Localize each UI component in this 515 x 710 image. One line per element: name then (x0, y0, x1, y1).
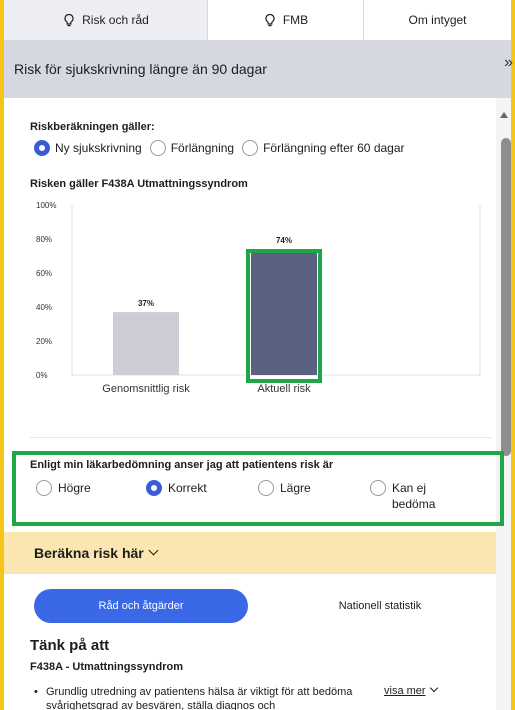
radio-forlangning[interactable]: Förlängning (149, 140, 235, 156)
think-title: Tänk på att (30, 637, 110, 654)
assessment-title: Enligt min läkarbedömning anser jag att … (30, 459, 334, 471)
radio-selected-icon[interactable] (146, 480, 162, 496)
panel-header: Risk för sjukskrivning längre än 90 daga… (4, 40, 513, 98)
radio-icon[interactable] (258, 480, 274, 496)
tab-bar: Risk och råd FMB Om intyget (4, 0, 511, 40)
visa-mer-link[interactable]: visa mer (384, 683, 438, 697)
lightbulb-icon (64, 13, 74, 27)
divider (30, 437, 492, 438)
radio-icon[interactable] (149, 140, 166, 156)
double-chevron-right-icon[interactable]: » (504, 54, 513, 72)
radio-lagre[interactable]: Lägre (258, 480, 311, 496)
chevron-down-icon (429, 683, 438, 693)
chevron-down-icon (148, 545, 159, 555)
nationell-statistik-button[interactable]: Nationell statistik (300, 589, 460, 623)
lightbulb-icon (265, 13, 275, 27)
radio-label: Förlängning efter 60 dagar (263, 141, 405, 155)
radio-label: Korrekt (168, 481, 207, 495)
radio-icon[interactable] (370, 480, 386, 496)
highlight-current-risk (246, 249, 322, 383)
tab-fmb[interactable]: FMB (208, 0, 364, 40)
radio-hogre[interactable]: Högre (36, 480, 91, 496)
calculation-title: Riskberäkningen gäller: (30, 121, 155, 133)
radio-label: Högre (58, 481, 91, 495)
radio-icon[interactable] (36, 480, 52, 496)
x-category-label: Genomsnittlig risk (102, 383, 190, 395)
radio-selected-icon[interactable] (34, 140, 50, 156)
scroll-up-arrow-icon[interactable] (500, 112, 508, 118)
y-tick-label: 80% (36, 235, 52, 244)
calculation-options: Ny sjukskrivning Förlängning Förlängning… (34, 140, 413, 156)
scrollbar-thumb[interactable] (501, 138, 511, 456)
diagnosis-label: F438A - Utmattningssyndrom (30, 661, 184, 673)
rad-och-atgarder-button[interactable]: Råd och åtgärder (34, 589, 248, 623)
list-item-text: Grundlig utredning av patientens hälsa ä… (46, 686, 353, 710)
tab-risk-och-rad[interactable]: Risk och råd (4, 0, 208, 40)
bar-value-label: 37% (138, 299, 154, 308)
calculate-risk-toggle[interactable]: Beräkna risk här (4, 532, 496, 574)
radio-ny-sjukskrivning[interactable]: Ny sjukskrivning (34, 140, 142, 156)
bar-genomsnittlig-risk (113, 312, 179, 375)
calculate-risk-label: Beräkna risk här (34, 545, 144, 561)
tab-label: Risk och råd (82, 13, 149, 27)
radio-korrekt[interactable]: Korrekt (146, 480, 207, 496)
tab-om-intyget[interactable]: Om intyget (364, 0, 511, 40)
x-category-label: Aktuell risk (257, 383, 311, 395)
radio-label: Ny sjukskrivning (55, 141, 142, 155)
radio-label: Förlängning (170, 141, 235, 155)
radio-kan-ej-bedoma[interactable]: Kan ej bedöma (370, 480, 470, 512)
visa-mer-label: visa mer (384, 685, 426, 697)
tab-label: FMB (282, 13, 309, 27)
radio-icon[interactable] (242, 140, 259, 156)
y-tick-label: 0% (36, 371, 48, 380)
y-tick-label: 40% (36, 303, 52, 312)
y-tick-label: 20% (36, 337, 52, 346)
tab-label: Om intyget (408, 13, 467, 27)
list-item: Grundlig utredning av patientens hälsa ä… (34, 685, 366, 710)
panel-title: Risk för sjukskrivning längre än 90 daga… (14, 61, 267, 77)
radio-label: Kan ej bedöma (392, 481, 436, 511)
risk-diagnosis-title: Risken gäller F438A Utmattningssyndrom (30, 178, 248, 190)
bar-value-label: 74% (276, 236, 292, 245)
radio-forlangning-efter-60[interactable]: Förlängning efter 60 dagar (242, 140, 405, 156)
radio-label: Lägre (280, 481, 311, 495)
y-tick-label: 100% (36, 201, 56, 210)
y-tick-label: 60% (36, 269, 52, 278)
